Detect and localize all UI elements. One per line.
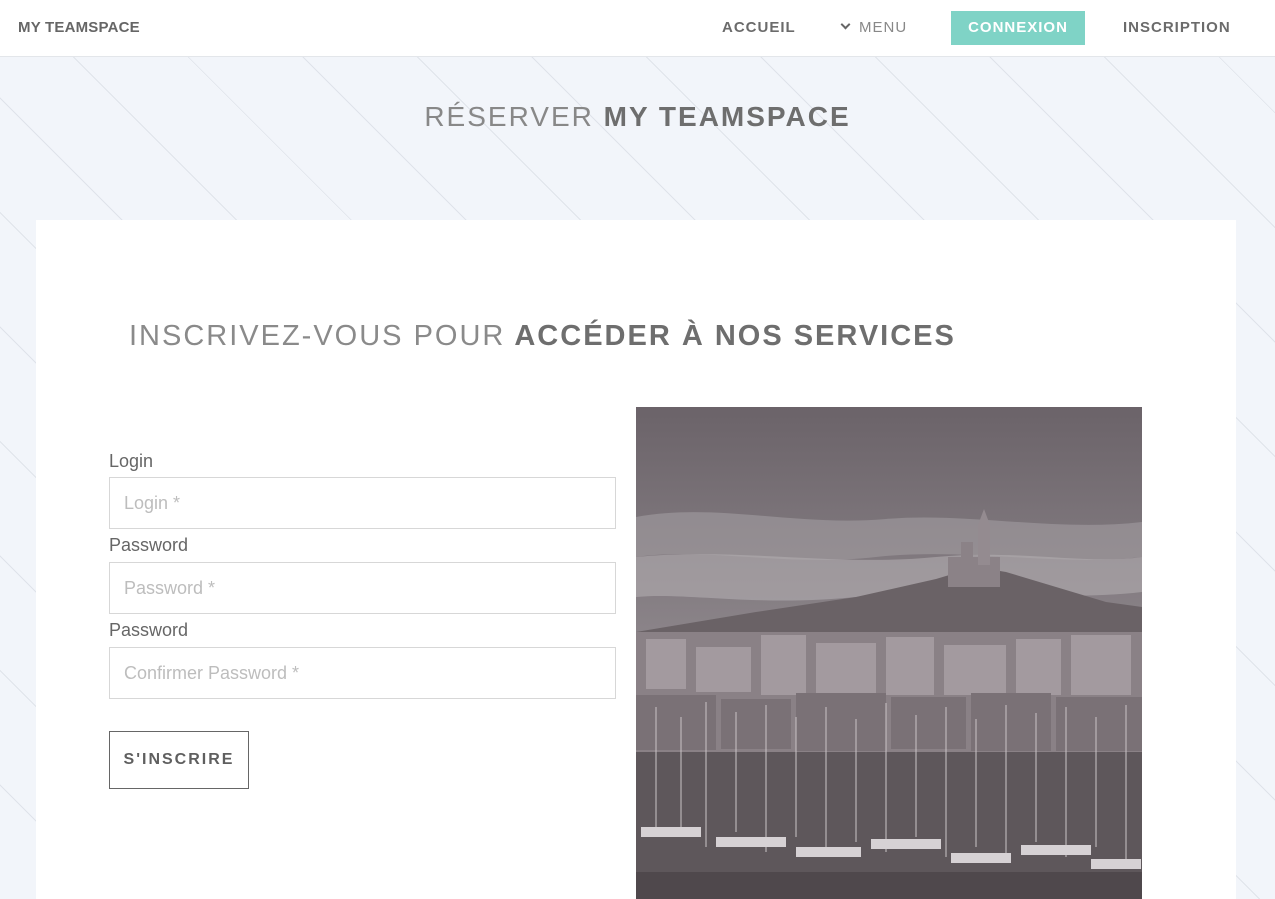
nav-menu[interactable]: MENU [840,11,908,45]
signup-card: INSCRIVEZ-VOUS POUR ACCÉDER À NOS SERVIC… [36,220,1236,899]
confirm-password-input[interactable] [109,647,616,699]
nav-accueil[interactable]: ACCUEIL [722,11,796,45]
hero-title-strong: MY TEAMSPACE [603,101,851,132]
password-label: Password [109,535,189,555]
signup-title: INSCRIVEZ-VOUS POUR ACCÉDER À NOS SERVIC… [129,320,956,353]
signup-submit-button[interactable]: S'INSCRIRE [109,731,249,789]
login-label: Login [109,451,154,471]
brand-logo-text[interactable]: MY TEAMSPACE [18,19,140,36]
login-input[interactable] [109,477,616,529]
harbor-city-photo [636,407,1142,899]
nav-inscription[interactable]: INSCRIPTION [1123,11,1231,45]
signup-title-strong: ACCÉDER À NOS SERVICES [514,320,956,352]
nav-connexion-button[interactable]: CONNEXION [951,11,1085,45]
nav-menu-label: MENU [859,19,908,36]
signup-title-light: INSCRIVEZ-VOUS POUR [129,320,506,352]
chevron-down-icon [840,19,851,30]
password-input[interactable] [109,562,616,614]
top-navbar: MY TEAMSPACE ACCUEIL MENU CONNEXION INSC… [0,0,1275,57]
hero-title: RÉSERVER MY TEAMSPACE [0,101,1275,133]
confirm-password-label: Password [109,620,189,640]
harbor-city-illustration [636,407,1142,899]
hero-title-light: RÉSERVER [424,101,594,132]
